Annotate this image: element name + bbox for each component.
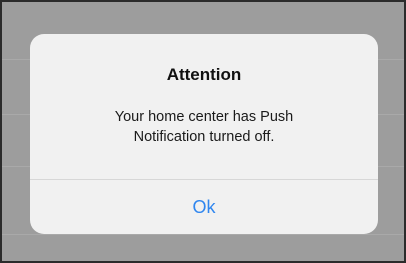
- alert-message: Your home center has Push Notification t…: [79, 107, 329, 147]
- alert-message-line: Your home center has Push: [114, 109, 294, 125]
- ok-button[interactable]: Ok: [30, 180, 378, 234]
- app-screen: Attention Your home center has Push Noti…: [0, 0, 406, 263]
- alert-title: Attention: [166, 65, 242, 84]
- background-divider: [2, 234, 404, 235]
- alert-dialog: Attention Your home center has Push Noti…: [30, 34, 378, 234]
- alert-message-line: Notification turned off.: [133, 129, 275, 145]
- alert-content: Attention Your home center has Push Noti…: [30, 34, 378, 179]
